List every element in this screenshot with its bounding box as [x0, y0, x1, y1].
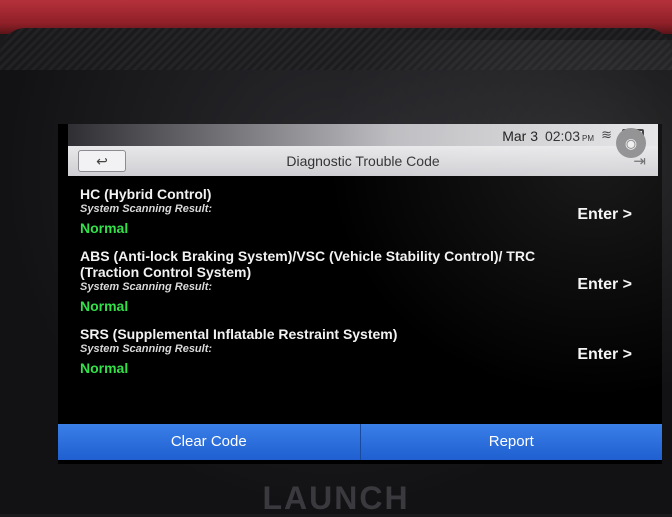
status-date: Mar 3 — [502, 128, 538, 144]
title-bar: ↩ Diagnostic Trouble Code ⇥ — [68, 146, 658, 176]
list-item: HC (Hybrid Control) System Scanning Resu… — [68, 180, 658, 242]
device-screen: Mar 3 02:03 PM ≋ ↩ Diagnostic Trouble Cod… — [58, 124, 662, 464]
scan-result-label: System Scanning Result: — [80, 203, 213, 215]
enter-button[interactable]: Enter > — [577, 206, 632, 224]
scan-result-label: System Scanning Result: — [80, 281, 213, 293]
clear-code-button[interactable]: Clear Code — [58, 424, 360, 460]
wifi-icon: ≋ — [601, 127, 612, 142]
camera-icon[interactable]: ◉ — [616, 128, 646, 158]
status-bar: Mar 3 02:03 PM ≋ — [68, 124, 658, 146]
system-name: SRS (Supplemental Inflatable Restraint S… — [80, 326, 398, 342]
action-bar: Clear Code Report — [58, 424, 662, 460]
list-item: ABS (Anti-lock Braking System)/VSC (Vehi… — [68, 242, 658, 320]
report-button[interactable]: Report — [359, 424, 663, 460]
status-time: 02:03 PM — [544, 128, 594, 144]
page-title: Diagnostic Trouble Code — [286, 153, 440, 169]
system-name: ABS (Anti-lock Braking System)/VSC (Vehi… — [80, 248, 536, 280]
scan-result-label: System Scanning Result: — [80, 343, 213, 355]
system-list: HC (Hybrid Control) System Scanning Resu… — [68, 180, 658, 382]
scan-result-value: Normal — [80, 220, 129, 236]
enter-button[interactable]: Enter > — [577, 346, 632, 364]
list-item: SRS (Supplemental Inflatable Restraint S… — [68, 320, 658, 382]
scan-result-value: Normal — [80, 298, 129, 314]
enter-button[interactable]: Enter > — [577, 276, 632, 294]
device-brand-logo: LAUNCH — [262, 480, 410, 516]
system-name: HC (Hybrid Control) — [80, 186, 212, 202]
scan-result-value: Normal — [80, 360, 129, 376]
status-ampm: PM — [582, 134, 594, 143]
